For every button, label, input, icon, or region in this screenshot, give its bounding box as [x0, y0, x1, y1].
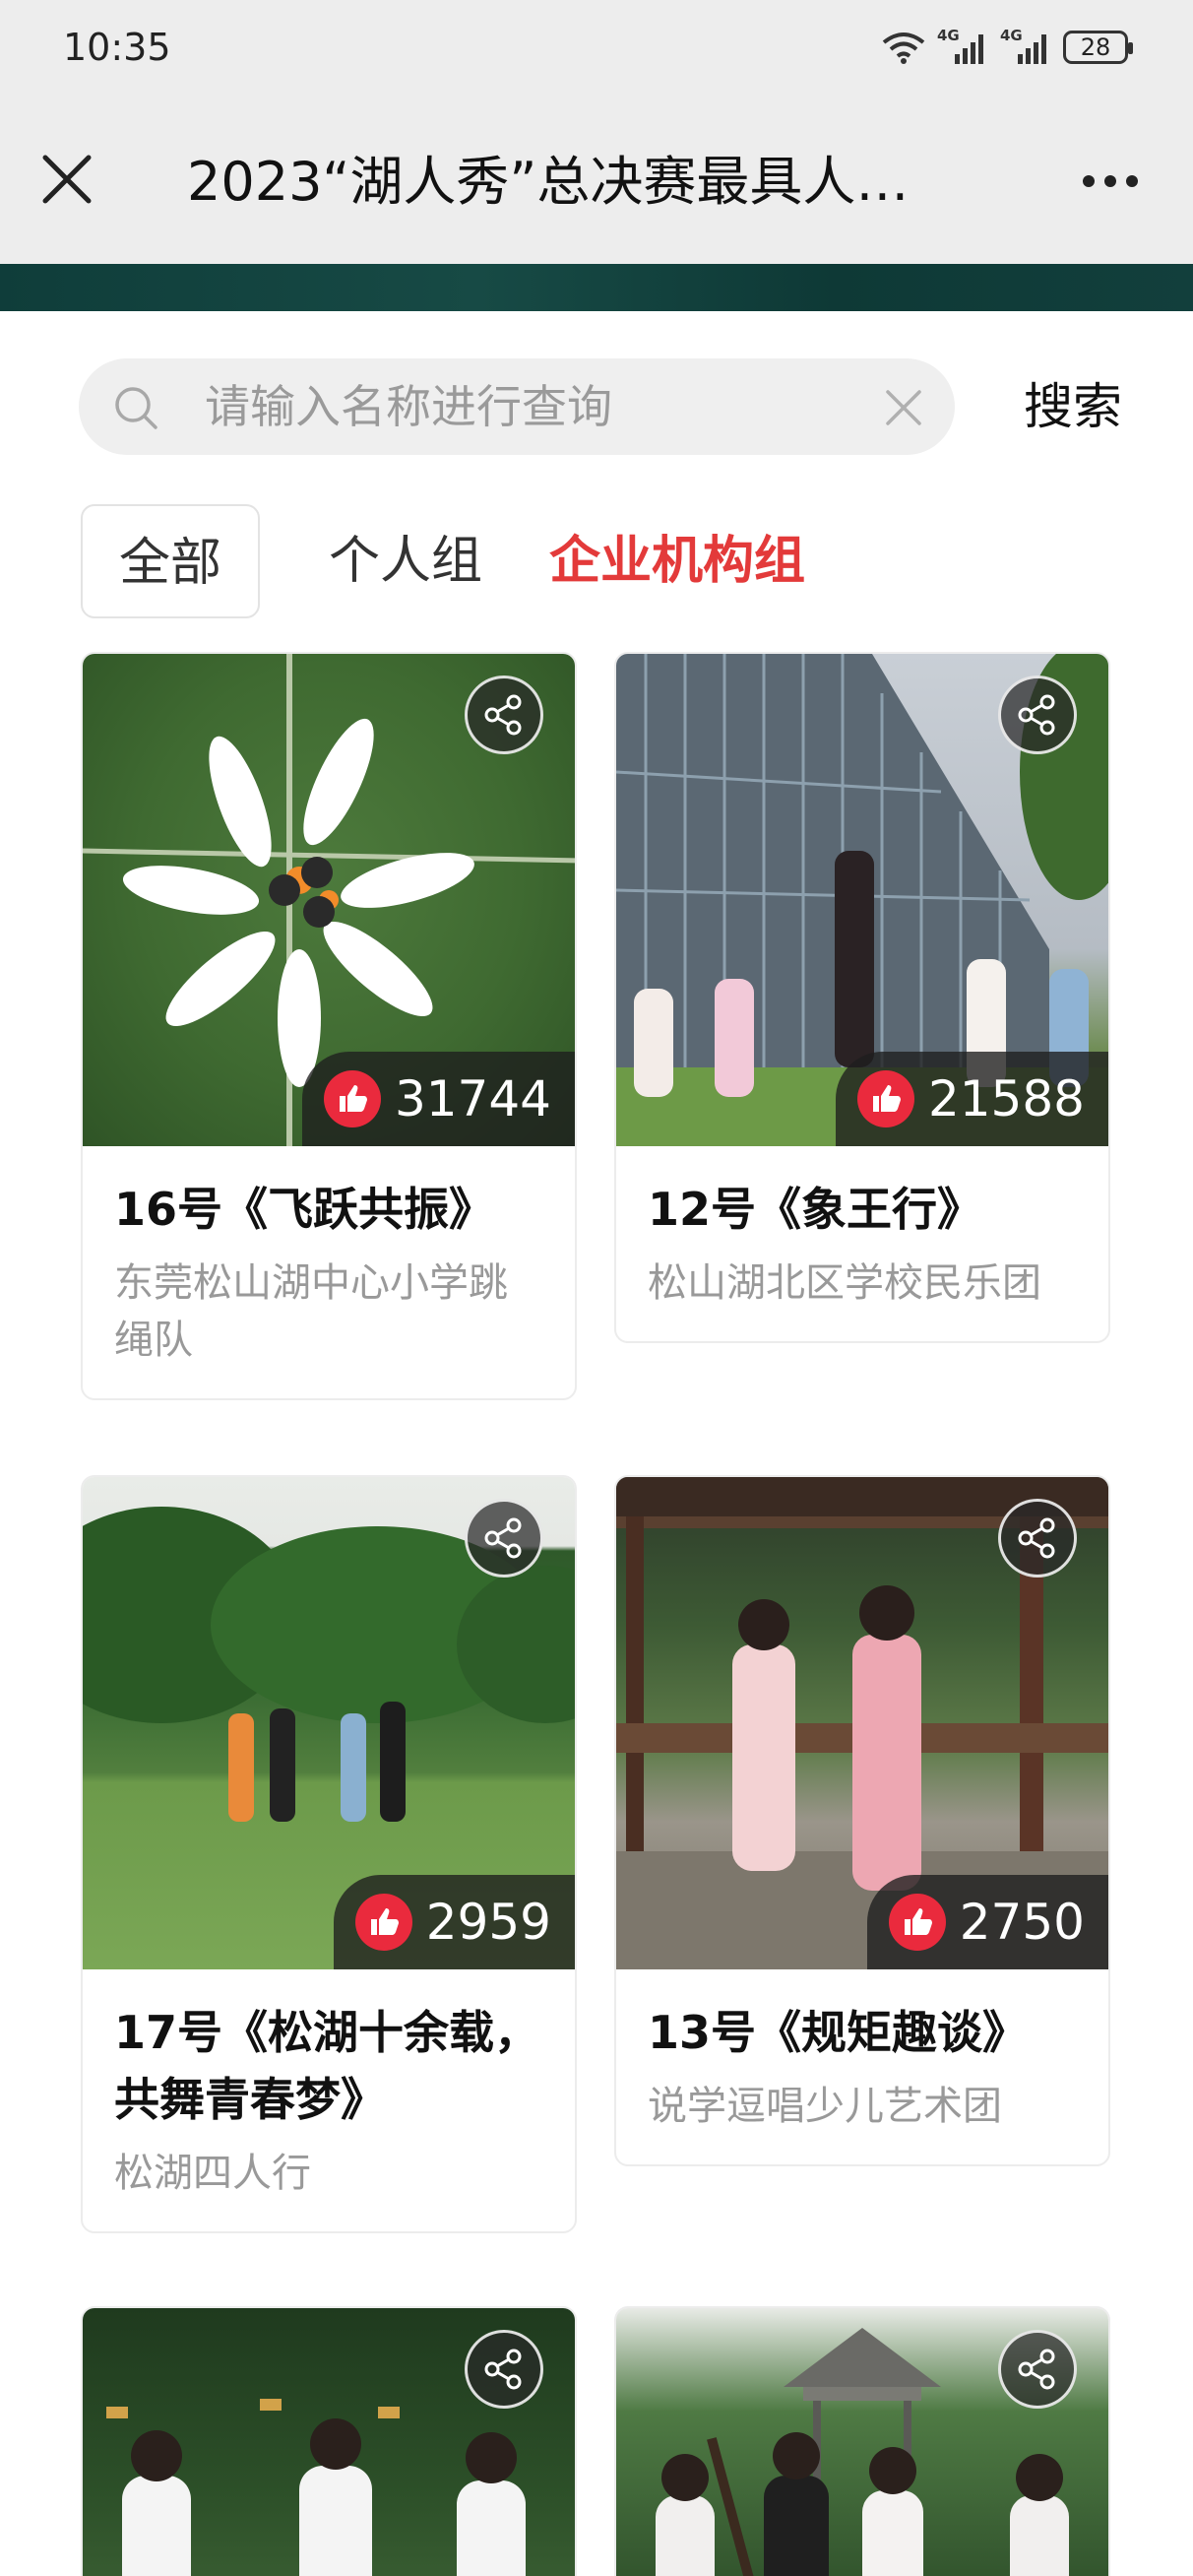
entry-card[interactable] — [81, 2306, 577, 2576]
like-count: 21588 — [927, 1070, 1085, 1127]
more-dot-icon — [1083, 175, 1095, 187]
status-bar: 10:35 4G 4G 28 — [0, 0, 1193, 98]
share-button[interactable] — [465, 1499, 543, 1578]
entry-card[interactable]: 21588 12号《象王行》 松山湖北区学校民乐团 — [614, 652, 1110, 1343]
thumbs-up-icon — [856, 1070, 914, 1127]
search-icon — [115, 387, 157, 429]
share-icon — [1018, 1517, 1055, 1559]
thumbs-up-icon — [323, 1070, 381, 1127]
like-button[interactable]: 31744 — [301, 1052, 575, 1146]
like-button[interactable]: 21588 — [835, 1052, 1108, 1146]
entry-subtitle: 说学逗唱少儿艺术团 — [648, 2084, 1002, 2129]
entry-photo — [616, 2308, 1108, 2576]
search-box — [79, 358, 955, 455]
more-menu-button[interactable] — [1071, 154, 1150, 209]
close-button[interactable] — [35, 148, 98, 211]
entry-title: 13号《规矩趣谈》 — [648, 2006, 1029, 2059]
more-dot-icon — [1104, 175, 1116, 187]
share-icon — [1018, 694, 1055, 736]
signal-4g-1: 4G — [937, 27, 988, 64]
entry-card[interactable]: 31744 16号《飞跃共振》 东莞松山湖中心小学跳绳队 — [81, 652, 577, 1400]
like-count: 31744 — [394, 1070, 551, 1127]
share-button[interactable] — [998, 1499, 1077, 1578]
title-bar: 2023“湖人秀”总决赛最具人… — [0, 98, 1193, 264]
share-icon — [484, 694, 522, 736]
entry-card[interactable]: 2959 17号《松湖十余载，共舞青春梦》 松湖四人行 — [81, 1475, 577, 2233]
entry-title: 17号《松湖十余载，共舞青春梦》 — [114, 2006, 540, 2126]
like-button[interactable]: 2959 — [333, 1875, 575, 1969]
share-icon — [1018, 2349, 1055, 2390]
search-button[interactable]: 搜索 — [994, 358, 1152, 455]
tab-all[interactable]: 全部 — [81, 504, 260, 618]
entry-card[interactable] — [614, 2306, 1110, 2576]
share-button[interactable] — [465, 2330, 543, 2409]
entry-title: 16号《飞跃共振》 — [114, 1183, 495, 1236]
like-button[interactable]: 2750 — [866, 1875, 1108, 1969]
tab-company-group[interactable]: 企业机构组 — [549, 504, 805, 618]
like-count: 2959 — [425, 1894, 551, 1951]
share-icon — [484, 2349, 522, 2390]
thumbs-up-icon — [888, 1894, 946, 1951]
share-button[interactable] — [465, 676, 543, 754]
search-input[interactable] — [205, 358, 874, 455]
page-title: 2023“湖人秀”总决赛最具人… — [187, 151, 910, 213]
entry-photo: 2750 — [616, 1477, 1108, 1969]
share-button[interactable] — [998, 2330, 1077, 2409]
entry-subtitle: 松湖四人行 — [114, 2151, 311, 2196]
close-icon — [42, 155, 92, 204]
share-icon — [484, 1517, 522, 1559]
status-time: 10:35 — [63, 26, 171, 69]
status-icons: 4G 4G 28 — [882, 27, 1133, 67]
share-button[interactable] — [998, 676, 1077, 754]
entry-photo: 21588 — [616, 654, 1108, 1146]
entry-photo — [83, 2308, 575, 2576]
banner-image — [0, 264, 1193, 311]
wifi-icon — [882, 32, 925, 64]
entry-photo: 2959 — [83, 1477, 575, 1969]
more-dot-icon — [1126, 175, 1138, 187]
like-count: 2750 — [959, 1894, 1085, 1951]
entry-subtitle: 松山湖北区学校民乐团 — [648, 1260, 1041, 1306]
signal-4g-2: 4G — [1000, 27, 1051, 64]
battery-icon: 28 — [1063, 31, 1133, 64]
tab-personal-group[interactable]: 个人组 — [329, 504, 482, 618]
clear-search-icon[interactable] — [884, 388, 923, 427]
entry-photo: 31744 — [83, 654, 575, 1146]
entry-title: 12号《象王行》 — [648, 1183, 983, 1236]
entry-card[interactable]: 2750 13号《规矩趣谈》 说学逗唱少儿艺术团 — [614, 1475, 1110, 2166]
thumbs-up-icon — [354, 1894, 412, 1951]
entry-subtitle: 东莞松山湖中心小学跳绳队 — [114, 1260, 508, 1363]
